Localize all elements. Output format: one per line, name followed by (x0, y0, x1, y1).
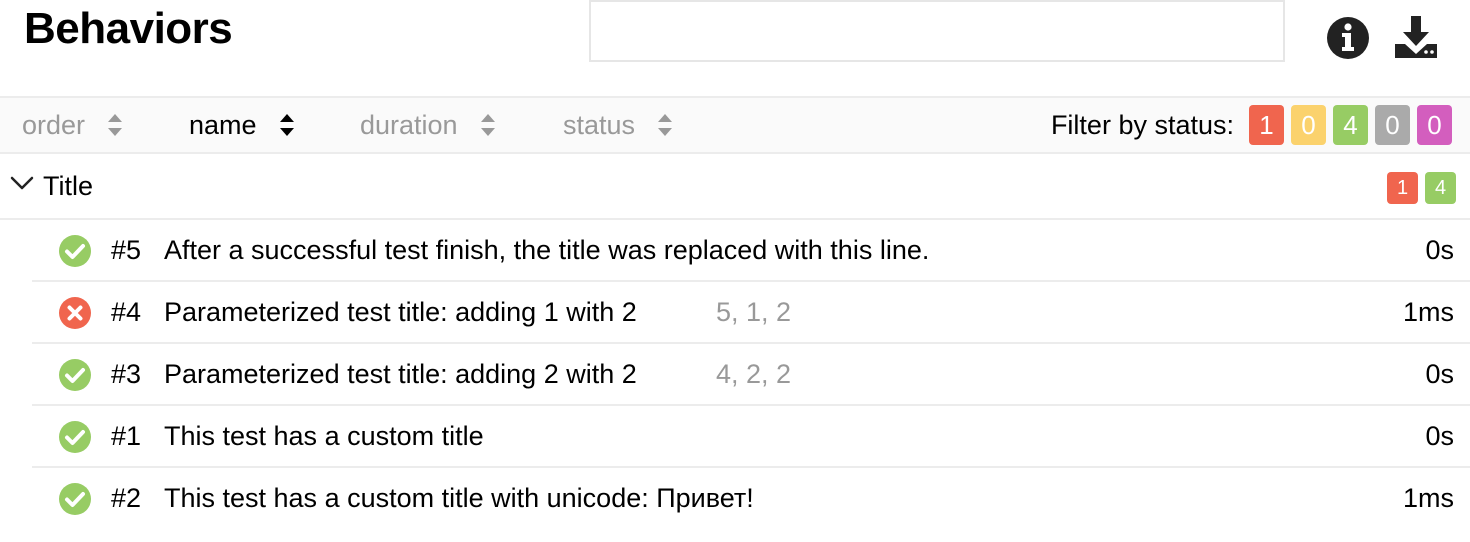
sort-label: name (189, 109, 257, 140)
passed-status-icon (59, 359, 91, 391)
group-failed-count: 1 (1387, 172, 1418, 204)
test-row[interactable]: #2 This test has a custom title with uni… (32, 468, 1470, 530)
filter-unknown-toggle[interactable]: 0 (1417, 105, 1452, 145)
test-order: #2 (111, 483, 142, 513)
test-name: Parameterized test title: adding 2 with … (164, 359, 637, 389)
group-title: Title (43, 171, 94, 201)
sort-arrows-icon (279, 114, 294, 136)
sort-arrows-icon (480, 114, 495, 136)
test-duration: 0s (1425, 421, 1454, 451)
filter-failed-toggle[interactable]: 1 (1249, 105, 1284, 145)
sort-arrows-icon (108, 114, 123, 136)
test-name: After a successful test finish, the titl… (164, 235, 930, 265)
sort-bar: order name duration status Filter by sta… (0, 96, 1470, 154)
test-order: #3 (111, 359, 142, 389)
failed-status-icon (59, 297, 91, 329)
test-name: Parameterized test title: adding 1 with … (164, 297, 637, 327)
behaviors-page: Behaviors order name duration status Fil… (0, 0, 1470, 542)
test-row[interactable]: #3 Parameterized test title: adding 2 wi… (32, 344, 1470, 406)
test-parameters: 4, 2, 2 (716, 359, 792, 389)
test-duration: 0s (1425, 235, 1454, 265)
filter-passed-toggle[interactable]: 4 (1333, 105, 1368, 145)
sort-label: duration (360, 109, 458, 140)
download-icon[interactable] (1392, 14, 1440, 62)
sort-label: status (563, 109, 636, 140)
status-filter: Filter by status: 1 0 4 0 0 (1051, 98, 1452, 152)
filter-skipped-toggle[interactable]: 0 (1375, 105, 1410, 145)
test-row[interactable]: #1 This test has a custom title 0s (32, 406, 1470, 468)
test-order: #4 (111, 297, 142, 327)
passed-status-icon (59, 421, 91, 453)
chevron-down-icon[interactable] (10, 175, 34, 191)
filter-broken-toggle[interactable]: 0 (1291, 105, 1326, 145)
sort-arrows-icon (658, 114, 673, 136)
passed-status-icon (59, 483, 91, 515)
info-icon[interactable] (1324, 14, 1372, 62)
sort-by-status[interactable]: status (563, 98, 673, 152)
sort-by-duration[interactable]: duration (360, 98, 496, 152)
filter-label: Filter by status: (1050, 109, 1234, 140)
sort-by-name[interactable]: name (189, 98, 295, 152)
group-row-title[interactable]: Title 1 4 (0, 154, 1470, 220)
test-name: This test has a custom title with unicod… (164, 483, 754, 513)
test-duration: 1ms (1402, 483, 1454, 513)
test-name: This test has a custom title (164, 421, 484, 451)
test-row[interactable]: #4 Parameterized test title: adding 1 wi… (32, 282, 1470, 344)
test-order: #5 (111, 235, 142, 265)
test-order: #1 (111, 421, 142, 451)
test-duration: 0s (1425, 359, 1454, 389)
sort-by-order[interactable]: order (22, 98, 123, 152)
group-passed-count: 4 (1425, 172, 1456, 204)
test-parameters: 5, 1, 2 (716, 297, 792, 327)
test-row[interactable]: #5 After a successful test finish, the t… (32, 220, 1470, 282)
sort-label: order (22, 109, 86, 140)
test-duration: 1ms (1402, 297, 1454, 327)
search-input[interactable] (589, 0, 1285, 62)
passed-status-icon (59, 235, 91, 267)
page-title: Behaviors (24, 4, 233, 53)
group-status-counts: 1 4 (1380, 172, 1456, 204)
